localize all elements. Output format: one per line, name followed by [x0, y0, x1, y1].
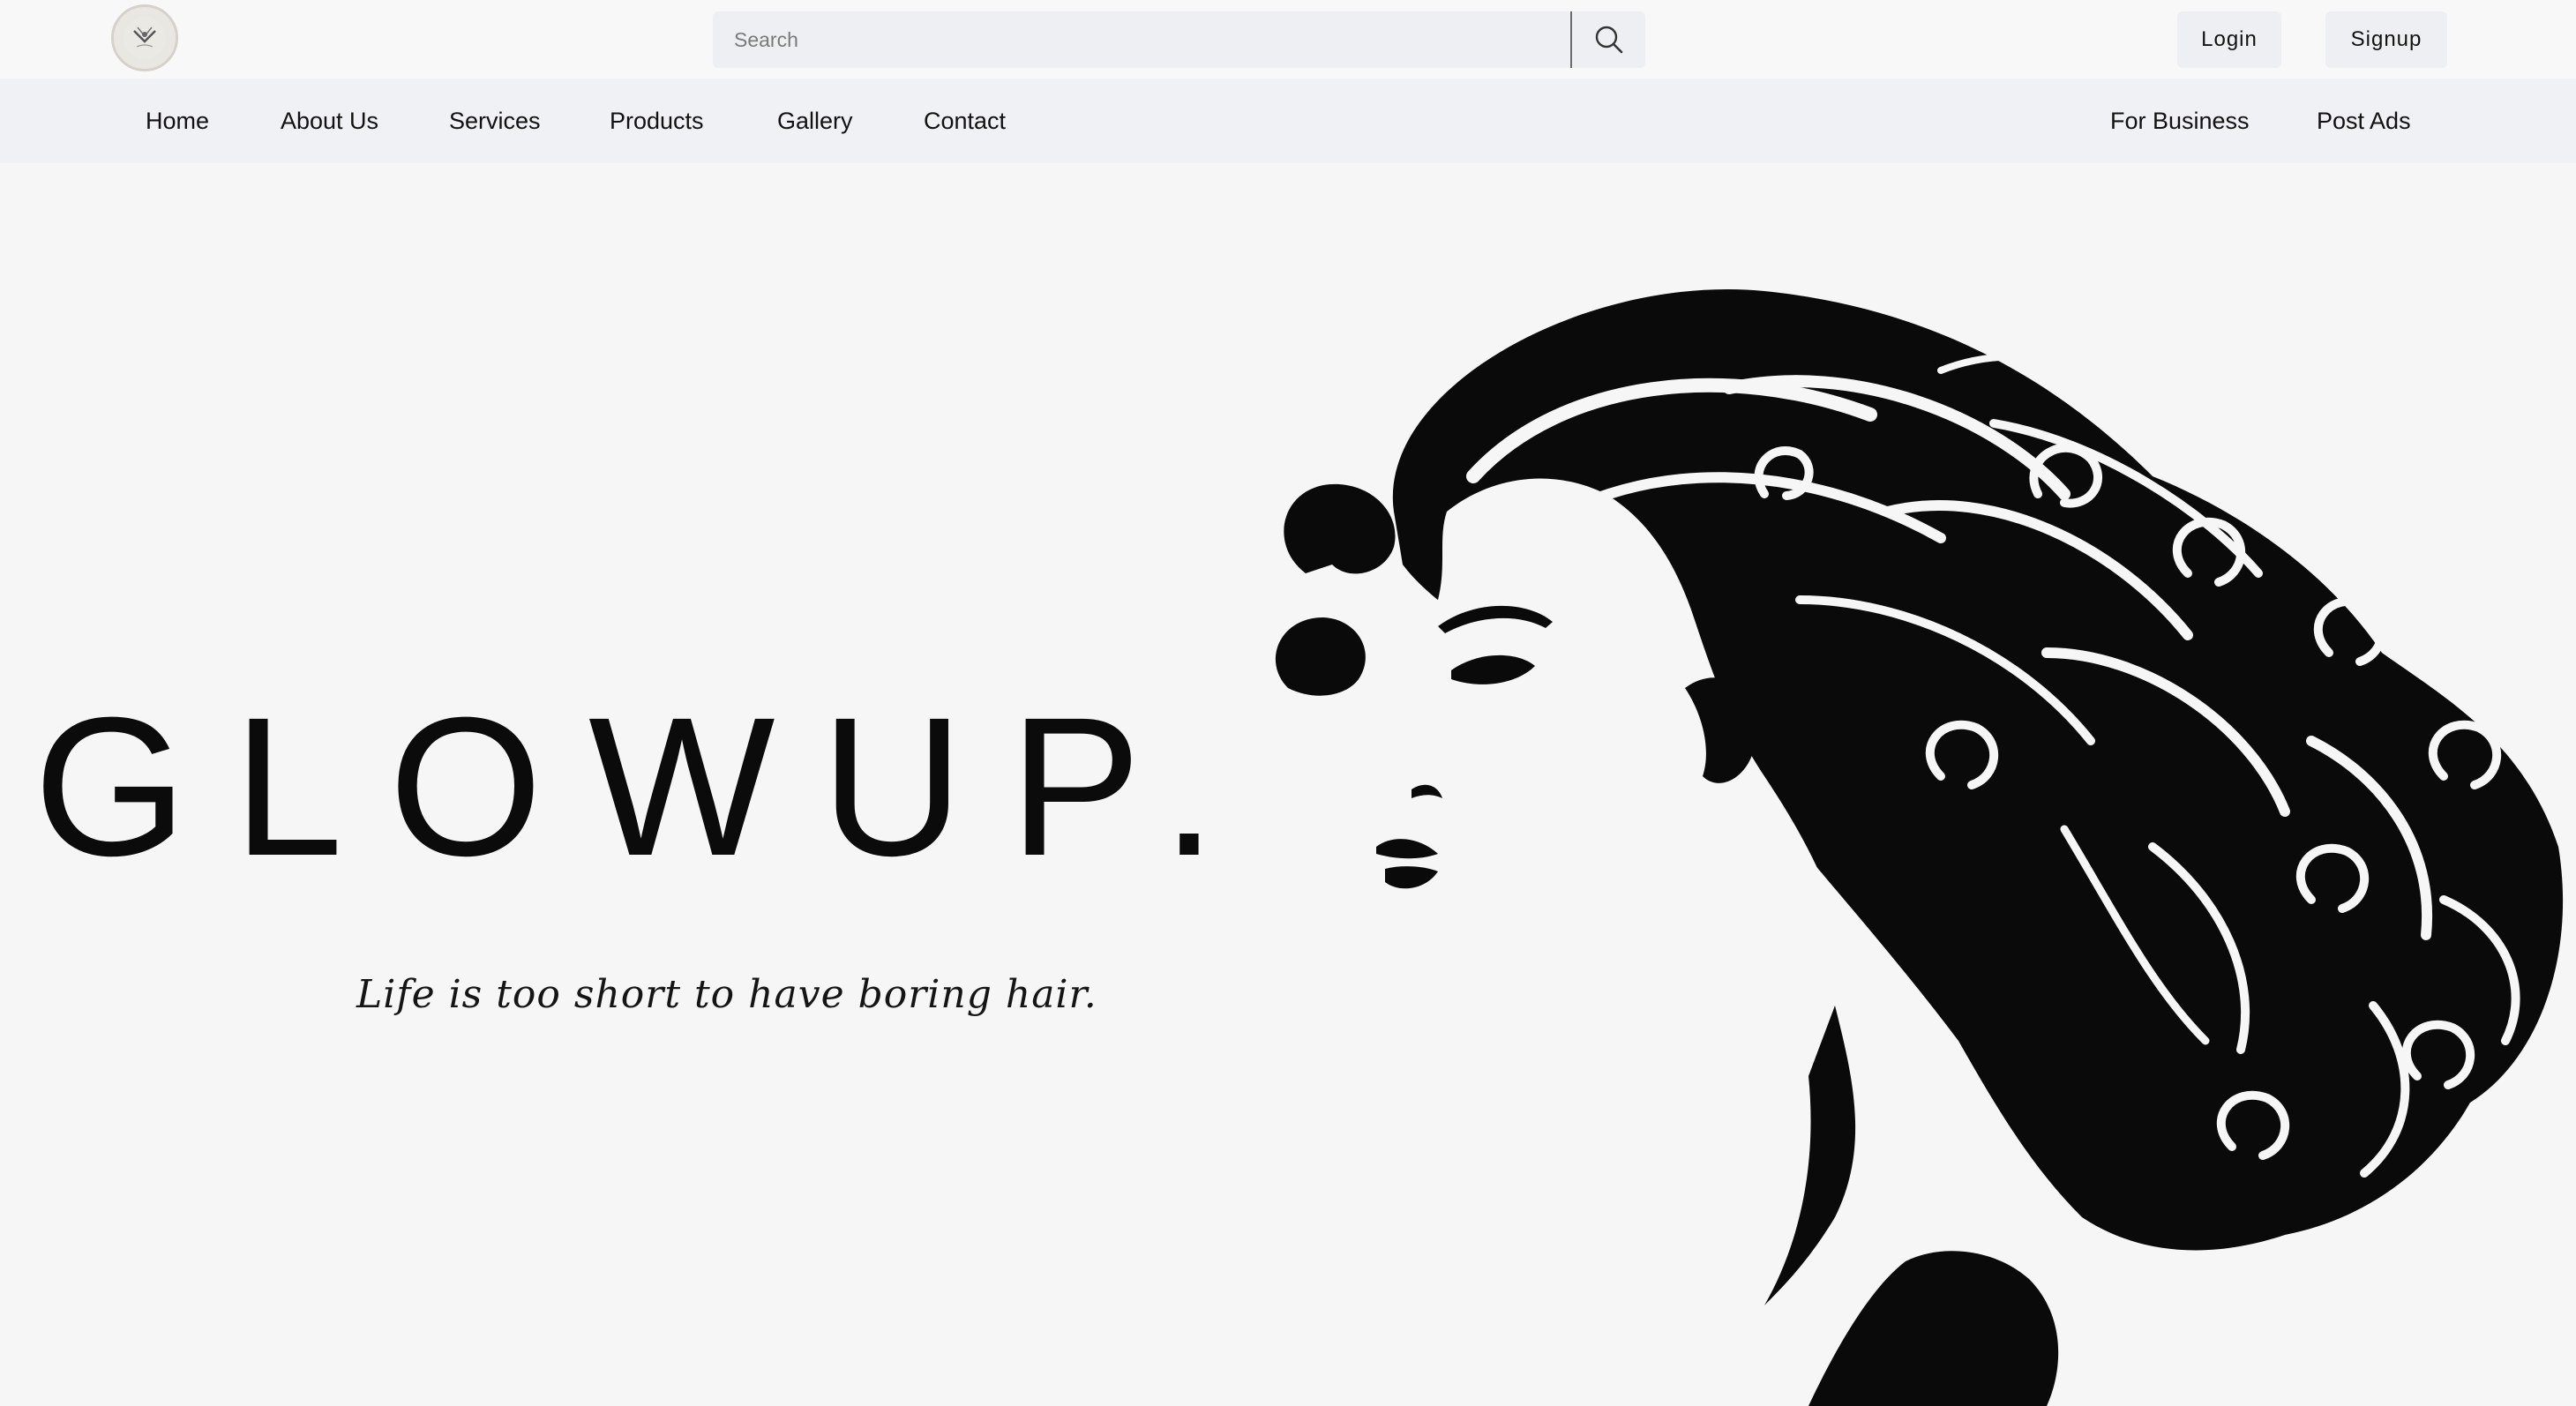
- search-icon: [1595, 26, 1622, 54]
- logo[interactable]: [111, 4, 178, 71]
- salon-logo-icon: [124, 17, 166, 59]
- nav-item-about-us[interactable]: About Us: [281, 79, 378, 163]
- page: Login Signup Home About Us Services Prod…: [0, 0, 2576, 1406]
- woman-profile-illustration: [1275, 288, 2564, 1406]
- nav-item-products[interactable]: Products: [610, 79, 704, 163]
- nav-item-gallery[interactable]: Gallery: [777, 79, 853, 163]
- main-nav: Home About Us Services Products Gallery …: [0, 79, 2576, 163]
- hero-title: GLOWUP.: [34, 677, 1262, 897]
- search-bar: [713, 11, 1645, 68]
- curl-left-1: [1284, 483, 1396, 574]
- curl-left-2: [1275, 617, 1366, 696]
- signup-button[interactable]: Signup: [2325, 11, 2447, 68]
- nav-item-home[interactable]: Home: [146, 79, 209, 163]
- login-button[interactable]: Login: [2177, 11, 2281, 68]
- search-button[interactable]: [1572, 11, 1645, 68]
- nav-item-services[interactable]: Services: [449, 79, 541, 163]
- nav-item-for-business[interactable]: For Business: [2110, 79, 2250, 163]
- nav-item-contact[interactable]: Contact: [924, 79, 1006, 163]
- hero-tagline: Life is too short to have boring hair.: [356, 972, 1097, 1017]
- nav-item-post-ads[interactable]: Post Ads: [2317, 79, 2411, 163]
- top-bar: Login Signup: [0, 0, 2576, 79]
- search-input[interactable]: [713, 11, 1570, 68]
